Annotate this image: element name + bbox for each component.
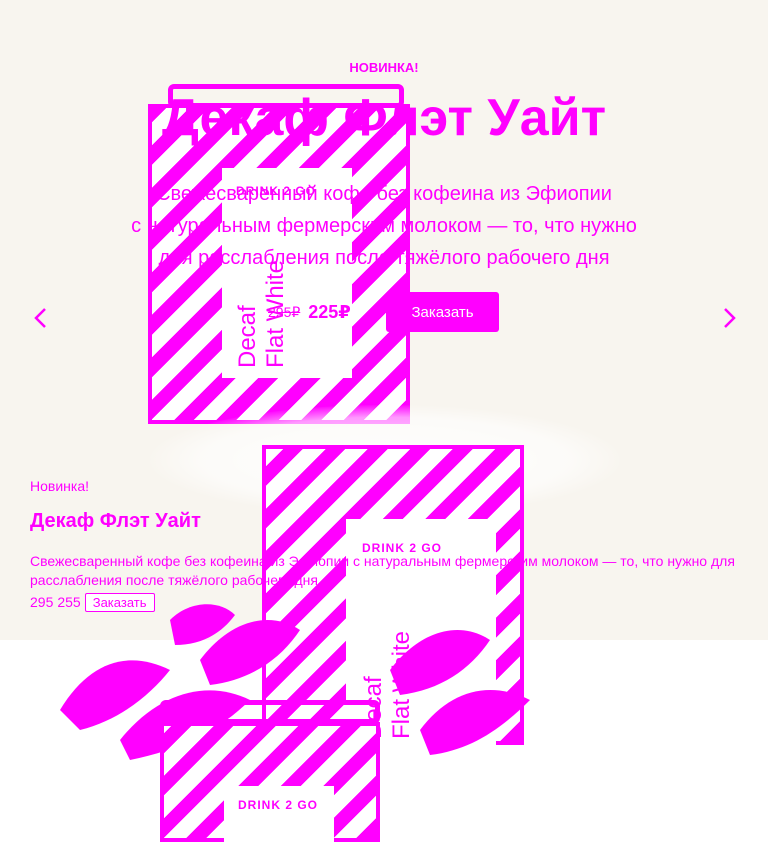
- bottom-can-label: DRINK 2 GO: [224, 786, 334, 846]
- hero-title: Декаф Флэт Уайт: [161, 89, 607, 147]
- lower-description: Свежесваренный кофе без кофеина из Эфиоп…: [30, 553, 735, 588]
- chevron-left-icon: [34, 308, 46, 328]
- new-badge: НОВИНКА!: [349, 60, 419, 75]
- lower-new-badge: Новинка!: [30, 478, 89, 494]
- new-price: 225₽: [308, 301, 351, 322]
- slider-prev-button[interactable]: [28, 305, 52, 335]
- old-price: 295₽: [268, 303, 301, 320]
- bottom-can: DRINK 2 GO: [160, 722, 380, 846]
- hero-subtitle-line: Свежесваренный кофе без кофеина из Эфиоп…: [156, 183, 612, 205]
- hero-subtitle: Свежесваренный кофе без кофеина из Эфиоп…: [84, 178, 684, 274]
- slider-next-button[interactable]: [718, 305, 742, 335]
- lower-title: Декаф Флэт Уайт: [30, 510, 201, 532]
- lower-new-price: 255: [57, 594, 81, 610]
- hero-subtitle-line: с натуральным фермерским молоком — то, ч…: [131, 215, 637, 237]
- lower-price: 295 255 Заказать: [30, 592, 155, 612]
- bottom-can-brand: DRINK 2 GO: [238, 798, 319, 812]
- order-button[interactable]: Заказать: [386, 292, 499, 332]
- bottom-can-rim: [160, 700, 380, 724]
- hero-price: 295₽ 225₽: [268, 292, 351, 332]
- hero-subtitle-line: для расслабления после тяжёлого рабочего…: [158, 247, 610, 269]
- lower-old-price: 295: [30, 594, 54, 610]
- top-can-name-line1: Decaf: [234, 305, 261, 368]
- chevron-right-icon: [724, 308, 736, 328]
- lower-order-button[interactable]: Заказать: [84, 592, 155, 612]
